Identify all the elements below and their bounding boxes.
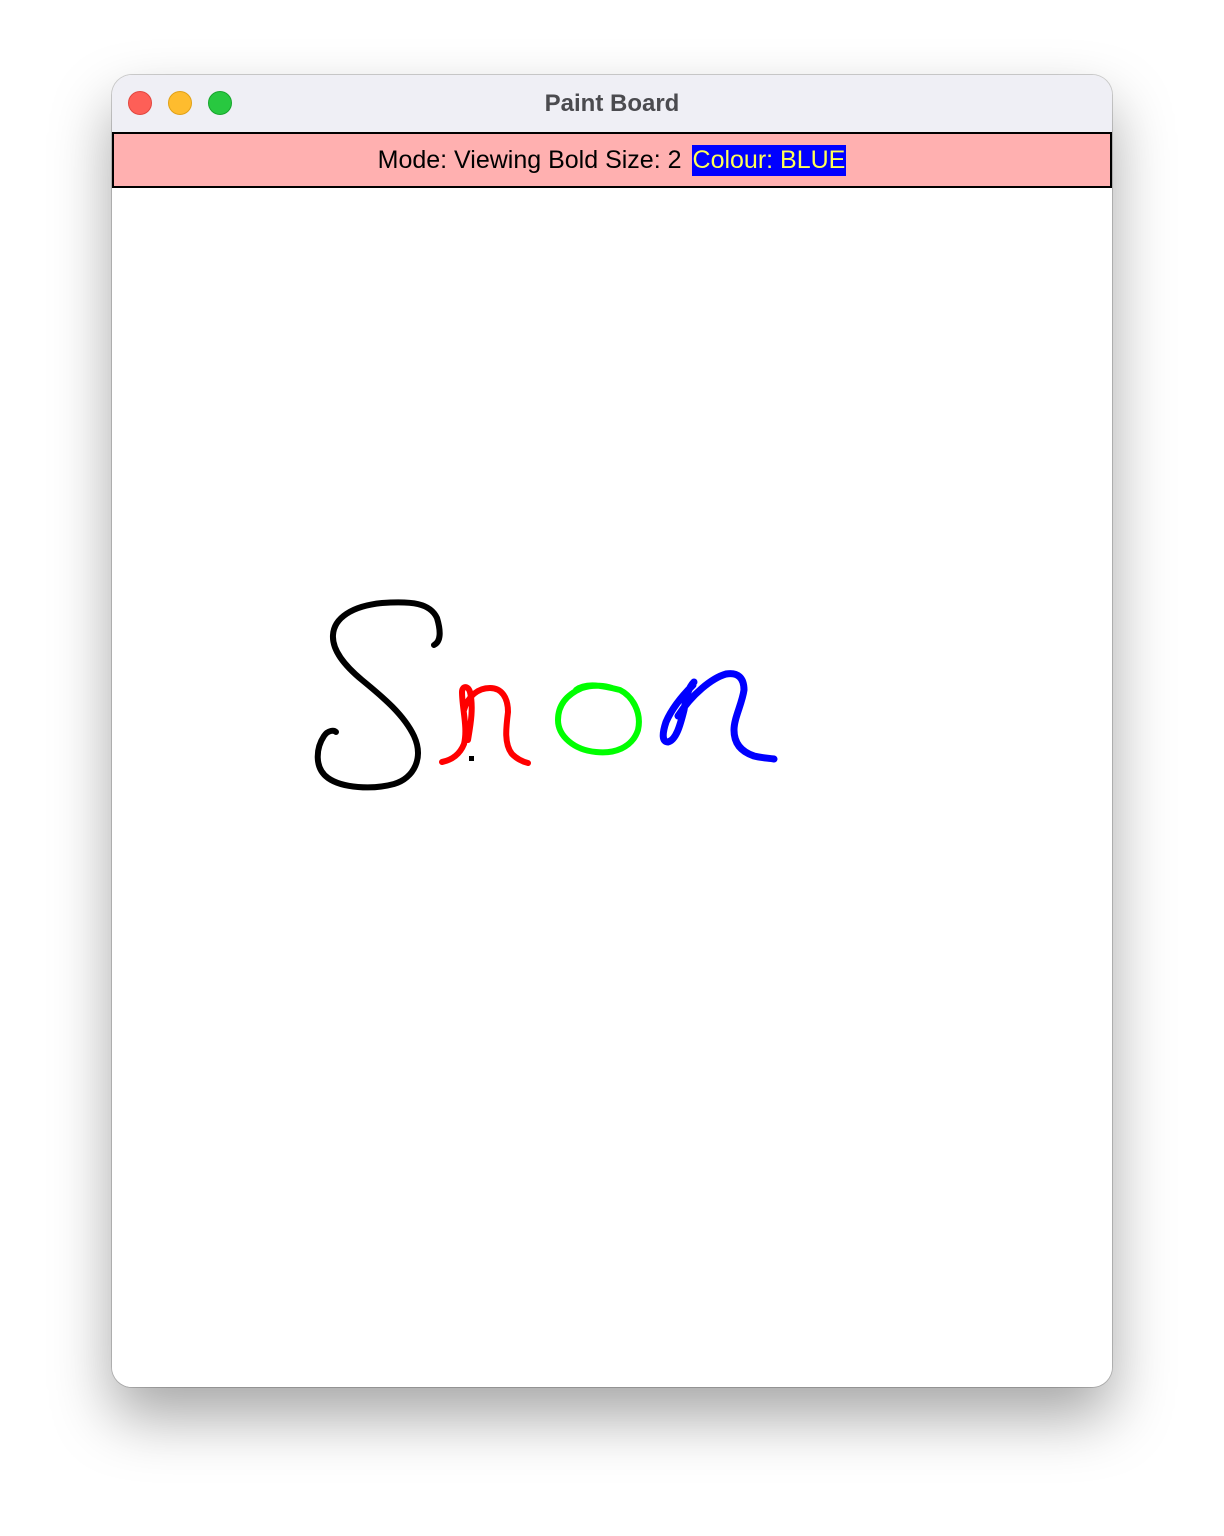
red-n-stroke xyxy=(439,684,531,766)
paint-board-window: Paint Board Mode: Viewing Bold Size: 2 C… xyxy=(112,75,1112,1387)
title-bar[interactable]: Paint Board xyxy=(112,75,1112,132)
black-s-main xyxy=(314,599,443,791)
blue-n-stroke xyxy=(659,670,778,763)
status-bar: Mode: Viewing Bold Size: 2 Colour: BLUE xyxy=(112,132,1112,188)
status-text: Mode: Viewing Bold Size: 2 xyxy=(377,145,682,174)
drawing-canvas[interactable] xyxy=(112,188,1112,1387)
colour-indicator: Colour: BLUE xyxy=(691,144,847,176)
window-title: Paint Board xyxy=(544,90,680,117)
green-o-stroke xyxy=(555,682,642,756)
drawing-surface[interactable] xyxy=(112,188,1112,1387)
black-dot-mark xyxy=(469,756,474,761)
